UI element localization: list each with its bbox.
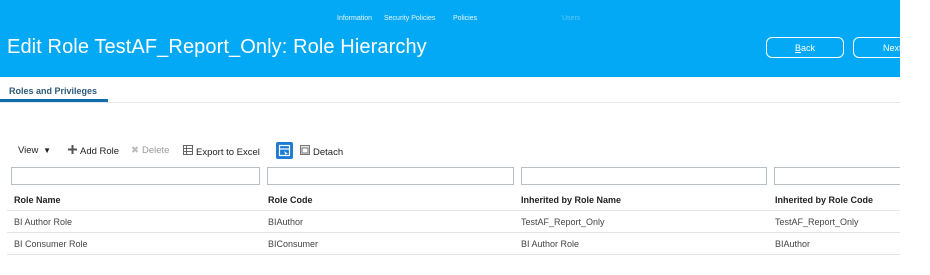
nav-link-policies[interactable]: Policies <box>453 15 477 22</box>
cell-inherited-role-code: TestAF_Report_Only <box>775 217 859 227</box>
tab-roles-and-privileges[interactable]: Roles and Privileges <box>9 86 97 96</box>
view-menu-label: View <box>18 145 39 156</box>
cell-role-code: BIConsumer <box>268 239 319 249</box>
cell-role-name: BI Author Role <box>14 217 73 227</box>
tab-bar: Roles and Privileges <box>0 77 900 103</box>
filter-inherited-role-code-input[interactable] <box>774 167 900 185</box>
back-button[interactable]: Back <box>766 37 844 58</box>
freeze-column-icon <box>278 144 291 157</box>
top-navigation: Information Security Policies Policies U… <box>0 15 900 27</box>
spreadsheet-icon <box>183 145 193 158</box>
header-divider <box>7 210 900 211</box>
cell-inherited-role-name: BI Author Role <box>521 239 580 249</box>
add-role-button[interactable]: Add Role <box>68 145 119 157</box>
nav-link-security-policies[interactable]: Security Policies <box>384 15 435 22</box>
nav-link-information[interactable]: Information <box>337 15 372 22</box>
back-button-label: ack <box>801 43 816 53</box>
active-tab-indicator <box>0 99 108 102</box>
nav-link-users[interactable]: Users <box>562 15 580 22</box>
row-divider <box>7 254 900 255</box>
caret-down-icon: ▼ <box>43 146 51 155</box>
detach-label: Detach <box>313 147 344 158</box>
next-button[interactable]: Next <box>853 37 900 58</box>
column-header-role-code[interactable]: Role Code <box>268 195 313 205</box>
detach-icon <box>300 145 310 158</box>
filter-inherited-role-name-input[interactable] <box>521 167 767 185</box>
delete-button[interactable]: ✖ Delete <box>131 145 169 156</box>
export-label: Export to Excel <box>196 147 260 158</box>
page-header: Information Security Policies Policies U… <box>0 0 900 77</box>
cell-role-code: BIAuthor <box>268 217 304 227</box>
delete-label: Delete <box>141 145 170 156</box>
freeze-column-button[interactable] <box>276 142 293 159</box>
page-title: Edit Role TestAF_Report_Only: Role Hiera… <box>7 36 427 58</box>
detach-button[interactable]: Detach <box>300 145 343 158</box>
cell-inherited-role-name: TestAF_Report_Only <box>521 217 605 227</box>
filter-role-name-input[interactable] <box>11 167 260 185</box>
column-header-inherited-role-name[interactable]: Inherited by Role Name <box>521 195 621 205</box>
plus-icon <box>68 145 77 157</box>
cell-role-name: BI Consumer Role <box>14 239 88 249</box>
filter-role-code-input[interactable] <box>267 167 514 185</box>
row-divider <box>7 232 900 233</box>
view-menu[interactable]: View ▼ <box>18 145 51 156</box>
column-header-role-name[interactable]: Role Name <box>14 195 61 205</box>
table-toolbar: View ▼ Add Role ✖ Delete Export to Excel … <box>0 140 900 162</box>
column-header-inherited-role-code[interactable]: Inherited by Role Code <box>775 195 873 205</box>
cell-inherited-role-code: BIAuthor <box>775 239 811 249</box>
x-icon: ✖ <box>131 145 139 156</box>
add-role-label: Add Role <box>80 146 120 157</box>
export-to-excel-button[interactable]: Export to Excel <box>183 145 260 158</box>
